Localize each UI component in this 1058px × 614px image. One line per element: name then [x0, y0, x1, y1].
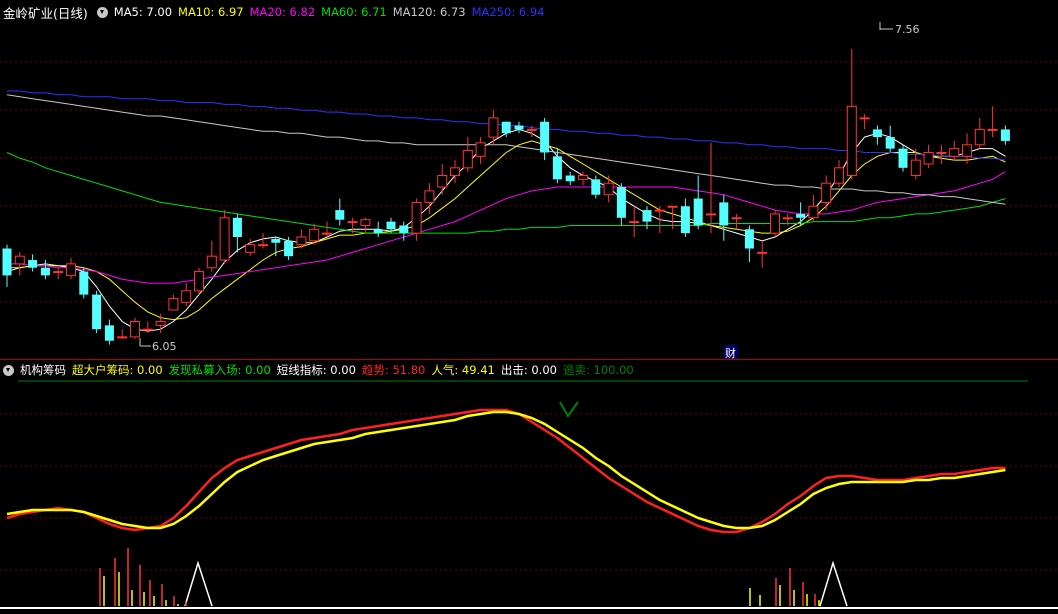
- candle-body-63: [808, 205, 819, 219]
- chart-canvas[interactable]: 7.56 6.05 财: [0, 0, 1058, 614]
- candle-body-44: [565, 175, 575, 182]
- candle-body-61: [782, 217, 793, 220]
- low-price-label: 6.05: [152, 340, 177, 353]
- candle-body-7: [92, 294, 102, 330]
- candle-body-58: [744, 229, 754, 249]
- candle-body-51: [654, 209, 665, 212]
- candle-body-17: [219, 217, 230, 261]
- candle-body-27: [347, 221, 358, 224]
- candle-body-2: [28, 260, 38, 268]
- candle-body-21: [271, 238, 281, 243]
- candlesticks: [2, 48, 1010, 345]
- candle-body-52: [667, 205, 678, 208]
- candle-body-68: [872, 129, 882, 138]
- candle-body-45: [578, 175, 588, 180]
- candle-body-10: [130, 321, 140, 338]
- ma-line-ma20: [7, 171, 1006, 284]
- candle-body-76: [974, 128, 985, 146]
- candle-body-67: [859, 117, 870, 120]
- candle-body-19: [245, 244, 256, 253]
- candle-body-23: [296, 236, 307, 246]
- financial-report-label: 财: [725, 346, 736, 360]
- candle-body-20: [258, 244, 268, 247]
- candle-body-65: [834, 167, 844, 184]
- candle-body-6: [79, 271, 89, 295]
- candle-body-12: [155, 321, 166, 326]
- candle-body-55: [706, 213, 716, 216]
- candle-body-8: [104, 325, 114, 341]
- candle-body-77: [987, 128, 998, 131]
- candle-body-78: [1000, 129, 1010, 141]
- candle-body-41: [526, 128, 537, 131]
- candle-body-75: [962, 144, 972, 157]
- indicator-line-1: [6, 410, 1006, 530]
- candle-body-36: [462, 150, 473, 169]
- candle-body-9: [117, 336, 128, 339]
- candle-body-42: [540, 121, 550, 153]
- attack-signal-1: [184, 560, 213, 607]
- candle-body-62: [796, 213, 806, 218]
- candle-body-4: [53, 271, 64, 274]
- candle-body-49: [629, 221, 640, 224]
- candle-body-56: [719, 202, 729, 226]
- candle-body-59: [757, 251, 768, 254]
- indicator-line-0: [6, 408, 1006, 534]
- candle-body-43: [552, 156, 562, 180]
- candle-body-28: [360, 219, 371, 226]
- candle-body-35: [450, 167, 460, 177]
- candle-body-34: [437, 175, 448, 188]
- candle-body-64: [821, 182, 832, 203]
- indicator-lines: [6, 380, 1028, 607]
- candle-body-30: [386, 221, 396, 230]
- candle-body-53: [680, 206, 690, 234]
- candle-body-38: [488, 117, 499, 138]
- candle-body-0: [2, 248, 12, 276]
- candle-body-16: [206, 255, 217, 269]
- high-price-label: 7.56: [895, 23, 920, 36]
- candle-body-40: [514, 125, 524, 130]
- candle-body-3: [40, 267, 50, 276]
- attack-signal-2: [819, 560, 848, 607]
- candle-body-48: [616, 187, 626, 218]
- candle-body-18: [232, 217, 242, 237]
- candle-body-5: [66, 263, 76, 276]
- candle-body-57: [731, 217, 742, 220]
- candle-body-73: [936, 151, 947, 154]
- candle-body-46: [591, 179, 601, 195]
- candle-body-15: [194, 271, 204, 292]
- candle-body-22: [284, 240, 294, 257]
- candle-body-47: [603, 182, 614, 196]
- candle-body-11: [142, 328, 153, 331]
- candle-body-33: [424, 190, 435, 203]
- candle-body-69: [885, 137, 895, 149]
- candle-body-72: [923, 151, 934, 165]
- candle-body-32: [411, 201, 422, 234]
- candle-body-25: [322, 232, 332, 235]
- candle-body-29: [373, 229, 383, 234]
- candle-body-14: [181, 290, 192, 303]
- candle-body-70: [898, 148, 908, 168]
- candle-body-37: [475, 142, 486, 157]
- candle-body-24: [309, 228, 320, 242]
- candle-body-26: [335, 210, 345, 220]
- candle-body-31: [399, 225, 409, 234]
- candle-body-39: [501, 121, 511, 134]
- candle-body-74: [949, 148, 960, 157]
- candle-body-60: [770, 213, 780, 234]
- candle-body-71: [910, 159, 921, 177]
- candle-body-13: [168, 297, 179, 311]
- candle-body-54: [693, 198, 703, 226]
- candle-body-66: [846, 105, 857, 177]
- candle-body-50: [642, 210, 652, 222]
- candle-body-1: [14, 255, 25, 265]
